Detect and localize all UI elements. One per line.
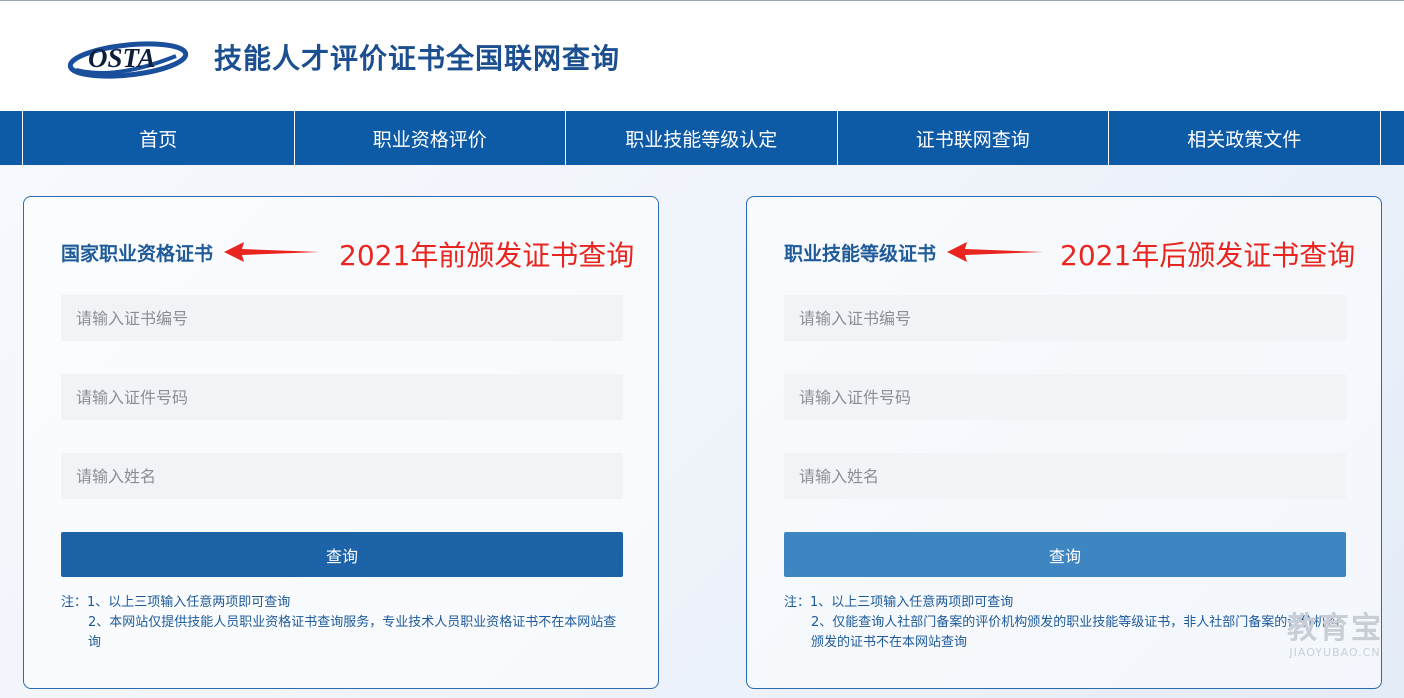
id-number-input[interactable]	[61, 374, 623, 420]
certificate-number-input[interactable]	[784, 295, 1346, 341]
main-content: 国家职业资格证书 2021年前颁发证书查询 查询 注：1、以上三项输入任意两项即…	[0, 165, 1404, 698]
nav-item-policy-documents[interactable]: 相关政策文件	[1109, 111, 1381, 165]
query-notes: 注：1、以上三项输入任意两项即可查询 2、仅能查询人社部门备案的评价机构颁发的职…	[784, 593, 1346, 653]
annotation-text: 2021年后颁发证书查询	[1060, 239, 1356, 272]
note-line-1: 注：1、以上三项输入任意两项即可查询	[61, 595, 291, 610]
id-number-input[interactable]	[784, 374, 1346, 420]
query-button[interactable]: 查询	[61, 532, 623, 577]
query-notes: 注：1、以上三项输入任意两项即可查询 2、本网站仅提供技能人员职业资格证书查询服…	[61, 593, 623, 653]
query-button[interactable]: 查询	[784, 532, 1346, 577]
nav-item-skill-level-certification[interactable]: 职业技能等级认定	[566, 111, 838, 165]
site-title: 技能人才评价证书全国联网查询	[214, 42, 621, 75]
note-line-2: 2、仅能查询人社部门备案的评价机构颁发的职业技能等级证书，非人社部门备案的评价机…	[811, 615, 1340, 650]
nav-item-certificate-query[interactable]: 证书联网查询	[838, 111, 1109, 165]
note-line-1: 注：1、以上三项输入任意两项即可查询	[784, 595, 1014, 610]
note-line-2: 2、本网站仅提供技能人员职业资格证书查询服务，专业技术人员职业资格证书不在本网站…	[88, 615, 617, 650]
nav-edge	[0, 111, 23, 165]
red-arrow-icon	[947, 242, 1043, 262]
nav-item-home[interactable]: 首页	[23, 111, 295, 165]
name-input[interactable]	[61, 453, 623, 499]
watermark-sub-text: JIAOYUBAO.CN	[1289, 646, 1381, 659]
red-arrow-icon	[224, 242, 320, 262]
annotation-text: 2021年前颁发证书查询	[339, 239, 635, 272]
nav-item-qualification-evaluation[interactable]: 职业资格评价	[295, 111, 566, 165]
panel-title: 职业技能等级证书	[784, 243, 937, 265]
watermark-logo: 教育宝 JIAOYUBAO.CN	[1270, 612, 1400, 672]
watermark-main-text: 教育宝	[1287, 611, 1383, 646]
osta-logo[interactable]: OSTA	[66, 34, 190, 82]
certificate-number-input[interactable]	[61, 295, 623, 341]
logo-text: OSTA	[88, 43, 156, 73]
panel-title: 国家职业资格证书	[61, 243, 214, 265]
name-input[interactable]	[784, 453, 1346, 499]
qualification-certificate-panel: 国家职业资格证书 2021年前颁发证书查询 查询 注：1、以上三项输入任意两项即…	[23, 196, 659, 689]
site-header: OSTA 技能人才评价证书全国联网查询	[0, 1, 1404, 111]
main-nav: 首页 职业资格评价 职业技能等级认定 证书联网查询 相关政策文件	[0, 111, 1404, 165]
